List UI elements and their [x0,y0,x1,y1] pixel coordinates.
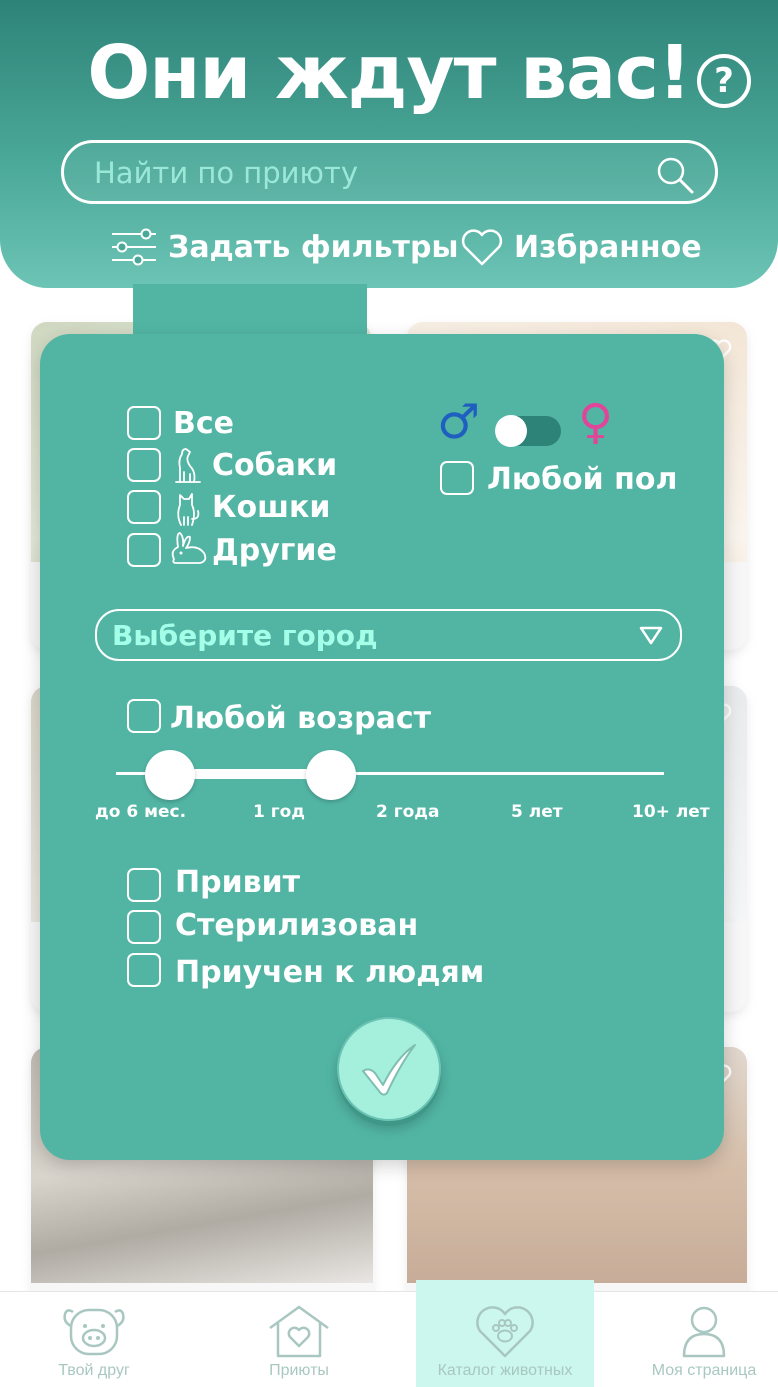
chevron-down-icon [639,626,663,645]
checkbox-any-age[interactable] [127,699,161,733]
checkbox-any-gender[interactable] [440,461,474,495]
nav-label: Твой друг [58,1362,130,1379]
apply-filters-button[interactable] [337,1017,441,1121]
label-socialized: Приучен к людям [175,955,485,990]
label-vaccinated: Привит [175,865,300,900]
checkbox-socialized[interactable] [127,953,161,987]
search-icon[interactable] [655,155,695,195]
label-any-gender: Любой пол [487,462,678,497]
nav-item-your-friend[interactable]: Твой друг [0,1292,188,1387]
filters-button[interactable]: Задать фильтры [110,222,459,272]
label-sterilized: Стерилизован [175,908,419,943]
search-input[interactable] [94,153,634,193]
checkbox-all[interactable] [127,406,161,440]
help-button[interactable]: ? [697,54,751,108]
checkbox-vaccinated[interactable] [127,868,161,902]
checkbox-others[interactable] [127,533,161,567]
checkbox-sterilized[interactable] [127,910,161,944]
page-title: Они ждут вас! [87,30,691,116]
rabbit-icon [171,532,207,564]
nav-item-catalog[interactable]: Каталог животных [416,1280,594,1387]
help-icon: ? [714,61,734,101]
label-cats: Кошки [212,490,331,525]
favorites-button[interactable]: Избранное [460,222,702,272]
city-select[interactable]: Выберите город [95,609,682,661]
heart-icon [461,229,503,266]
header: Они ждут вас! ? Задать фильтры Избранное [0,0,778,288]
filter-sliders-icon [112,228,156,266]
checkbox-cats[interactable] [127,490,161,524]
user-icon [682,1306,726,1358]
nav-label: Моя страница [651,1362,757,1379]
label-dogs: Собаки [212,448,338,483]
favorites-label: Избранное [514,229,702,265]
label-all: Все [173,406,234,441]
pig-face-icon [63,1308,125,1356]
age-tick-label: 10+ лет [632,802,710,822]
age-slider-min-handle[interactable] [145,750,195,800]
paw-heart-icon [476,1306,534,1358]
dog-icon [175,448,201,483]
label-any-age: Любой возраст [170,701,432,736]
filters-label: Задать фильтры [168,229,459,265]
nav-item-my-page[interactable]: Моя страница [610,1292,778,1387]
age-slider-max-handle[interactable] [306,750,356,800]
cat-icon [177,493,200,526]
age-tick-label: 2 года [376,802,440,822]
search-bar [61,140,718,204]
nav-label: Приюты [269,1362,329,1379]
label-others: Другие [212,533,337,568]
age-tick-label: 5 лет [511,802,563,822]
age-tick-label: до 6 мес. [95,802,187,822]
city-select-placeholder: Выберите город [112,619,378,652]
gender-toggle[interactable] [495,415,561,447]
male-icon: ♂ [437,394,481,450]
house-heart-icon [269,1305,329,1358]
female-icon: ♀ [578,394,614,450]
age-tick-label: 1 год [253,802,306,822]
bottom-nav: Твой друг Приюты Каталог животных Моя ст… [0,1280,778,1387]
checkbox-dogs[interactable] [127,448,161,482]
nav-label: Каталог животных [437,1362,573,1379]
nav-item-shelters[interactable]: Приюты [205,1292,393,1387]
gender-toggle-knob [495,415,527,447]
checkmark-icon [362,1044,416,1096]
